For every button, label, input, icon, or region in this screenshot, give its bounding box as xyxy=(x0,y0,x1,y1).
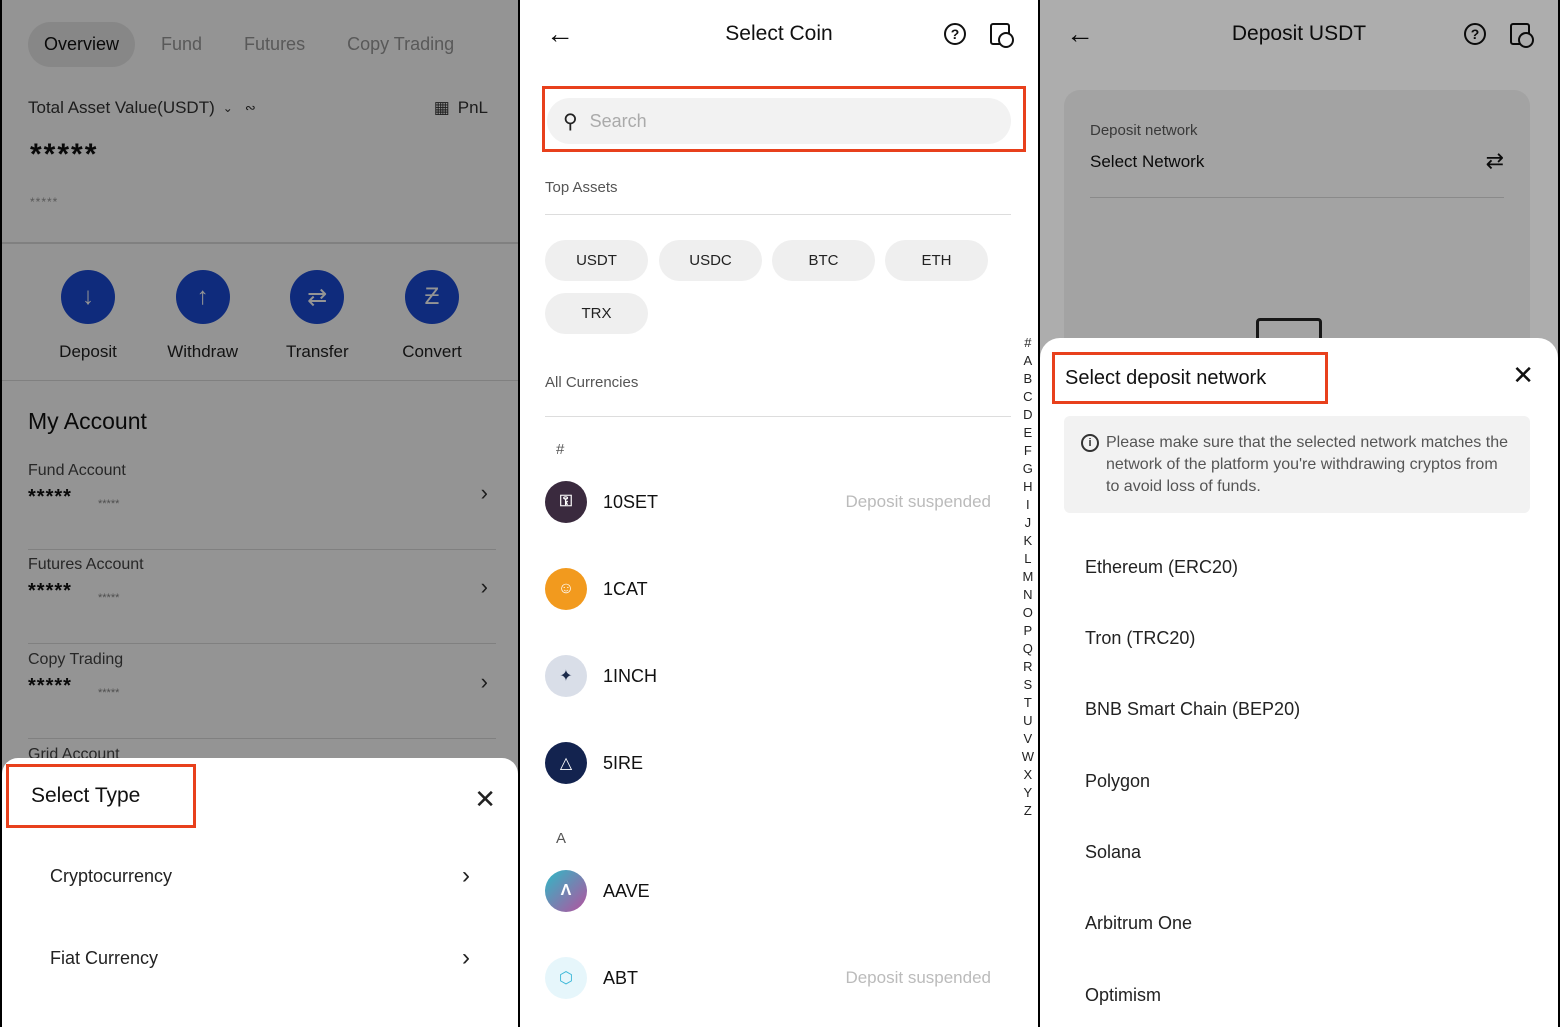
assets-overview-screen: Overview Fund Futures Copy Trading Total… xyxy=(2,0,518,1027)
network-option-arbitrum[interactable]: Arbitrum One xyxy=(1085,913,1192,934)
option-cryptocurrency[interactable]: Cryptocurrency › xyxy=(50,862,470,890)
network-option-bep20[interactable]: BNB Smart Chain (BEP20) xyxy=(1085,699,1300,720)
search-input[interactable] xyxy=(589,110,970,132)
coin-row-1inch[interactable]: ✦ 1INCH xyxy=(545,654,991,698)
chip-usdc[interactable]: USDC xyxy=(659,240,762,281)
sheet-title: Select deposit network xyxy=(1052,352,1328,404)
coin-logo-1inch-icon: ✦ xyxy=(545,655,587,697)
coin-name: ABT xyxy=(603,967,639,988)
sheet-title: Select Type xyxy=(6,764,196,828)
index-letter[interactable]: L xyxy=(1024,550,1031,568)
option-label: Fiat Currency xyxy=(50,947,159,968)
coin-status: Deposit suspended xyxy=(845,492,991,511)
back-arrow-icon[interactable]: ← xyxy=(546,18,574,50)
coin-row-5ire[interactable]: △ 5IRE xyxy=(545,741,991,785)
index-letter[interactable]: B xyxy=(1024,370,1033,388)
coin-logo-10set-icon: ⚿ xyxy=(545,481,587,523)
network-option-erc20[interactable]: Ethereum (ERC20) xyxy=(1085,557,1238,578)
history-icon[interactable] xyxy=(990,23,1014,48)
top-assets-heading: Top Assets xyxy=(545,179,618,196)
notice-text: Please make sure that the selected netwo… xyxy=(1106,434,1508,495)
index-letter[interactable]: V xyxy=(1024,730,1033,748)
index-letter[interactable]: S xyxy=(1024,676,1033,694)
index-letter[interactable]: U xyxy=(1023,712,1032,730)
index-letter[interactable]: M xyxy=(1022,568,1033,586)
group-header: # xyxy=(556,441,565,458)
select-type-sheet: Select Type ✕ Cryptocurrency › Fiat Curr… xyxy=(2,758,518,1027)
network-warning-notice: i Please make sure that the selected net… xyxy=(1064,416,1530,513)
index-letter[interactable]: W xyxy=(1022,748,1034,766)
coin-name: 5IRE xyxy=(603,752,644,773)
chip-trx[interactable]: TRX xyxy=(545,293,648,334)
search-bar[interactable]: ⚲ xyxy=(547,98,1011,144)
index-letter[interactable]: Z xyxy=(1024,802,1032,820)
index-letter[interactable]: A xyxy=(1024,352,1033,370)
chip-usdt[interactable]: USDT xyxy=(545,240,648,281)
divider xyxy=(545,416,1011,417)
option-label: Cryptocurrency xyxy=(50,865,173,886)
index-letter[interactable]: I xyxy=(1026,496,1030,514)
index-letter[interactable]: Y xyxy=(1024,784,1033,802)
close-icon[interactable]: ✕ xyxy=(474,784,496,815)
select-network-sheet: Select deposit network ✕ i Please make s… xyxy=(1040,338,1558,1027)
all-currencies-heading: All Currencies xyxy=(545,374,639,391)
index-letter[interactable]: # xyxy=(1024,334,1031,352)
index-letter[interactable]: K xyxy=(1024,532,1033,550)
select-coin-screen: ← Select Coin ? ⚲ Top Assets USDT USDC B… xyxy=(520,0,1038,1027)
help-icon[interactable]: ? xyxy=(944,23,966,45)
coin-row-1cat[interactable]: ☺ 1CAT xyxy=(545,567,991,611)
coin-name: AAVE xyxy=(603,880,650,901)
index-letter[interactable]: R xyxy=(1023,658,1032,676)
index-letter[interactable]: F xyxy=(1024,442,1032,460)
index-letter[interactable]: H xyxy=(1023,478,1032,496)
index-letter[interactable]: Q xyxy=(1023,640,1033,658)
index-letter[interactable]: X xyxy=(1024,766,1033,784)
deposit-usdt-screen: ← Deposit USDT ? Deposit network Select … xyxy=(1040,0,1558,1027)
coin-logo-1cat-icon: ☺ xyxy=(545,568,587,610)
index-letter[interactable]: N xyxy=(1023,586,1032,604)
coin-logo-5ire-icon: △ xyxy=(545,742,587,784)
chip-eth[interactable]: ETH xyxy=(885,240,988,281)
coin-name: 1INCH xyxy=(603,665,658,686)
alphabet-index[interactable]: # A B C D E F G H I J K L M N O P Q R S T U V W X Y Z xyxy=(1022,334,1034,820)
close-icon[interactable]: ✕ xyxy=(1512,360,1534,391)
coin-logo-aave-icon: Λ xyxy=(545,870,587,912)
network-option-polygon[interactable]: Polygon xyxy=(1085,771,1150,792)
index-letter[interactable]: P xyxy=(1024,622,1033,640)
index-letter[interactable]: D xyxy=(1023,406,1032,424)
index-letter[interactable]: T xyxy=(1024,694,1032,712)
network-option-solana[interactable]: Solana xyxy=(1085,842,1141,863)
index-letter[interactable]: O xyxy=(1023,604,1033,622)
chip-btc[interactable]: BTC xyxy=(772,240,875,281)
chevron-right-icon: › xyxy=(462,944,470,971)
header: ← Select Coin ? xyxy=(520,14,1038,54)
index-letter[interactable]: E xyxy=(1024,424,1033,442)
chevron-right-icon: › xyxy=(462,862,470,889)
coin-row-10set[interactable]: ⚿ 10SET Deposit suspended xyxy=(545,480,991,524)
coin-name: 1CAT xyxy=(603,578,648,599)
coin-row-aave[interactable]: Λ AAVE xyxy=(545,869,991,913)
coin-logo-abt-icon: ⬡ xyxy=(545,957,587,999)
coin-name: 10SET xyxy=(603,491,659,512)
index-letter[interactable]: G xyxy=(1023,460,1033,478)
index-letter[interactable]: C xyxy=(1023,388,1032,406)
coin-row-abt[interactable]: ⬡ ABT Deposit suspended xyxy=(545,956,991,1000)
index-letter[interactable]: J xyxy=(1025,514,1032,532)
info-icon: i xyxy=(1081,434,1099,452)
network-option-optimism[interactable]: Optimism xyxy=(1085,985,1161,1006)
group-header: A xyxy=(556,830,567,847)
divider xyxy=(545,214,1011,215)
option-fiat-currency[interactable]: Fiat Currency › xyxy=(50,944,470,972)
network-option-trc20[interactable]: Tron (TRC20) xyxy=(1085,628,1195,649)
search-icon: ⚲ xyxy=(563,110,578,133)
page-title: Select Coin xyxy=(725,22,833,45)
coin-status: Deposit suspended xyxy=(845,968,991,987)
